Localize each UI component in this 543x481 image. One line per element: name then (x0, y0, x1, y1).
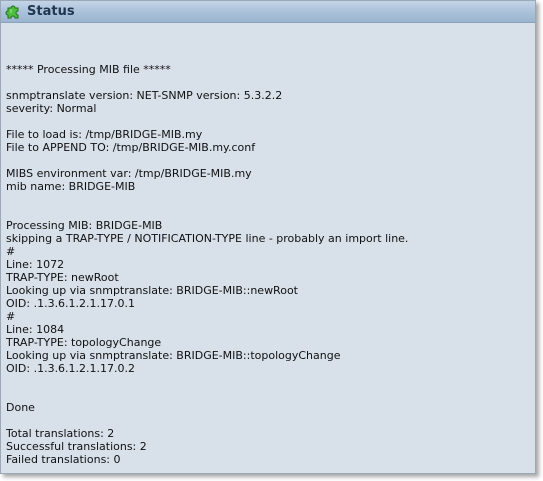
log-line: Total translations: 2 (6, 427, 115, 440)
log-blank-line (6, 154, 529, 167)
status-window: Status ***** Processing MIB file ***** sn… (0, 0, 536, 474)
log-line: MIBS environment var: /tmp/BRIDGE-MIB.my (6, 167, 252, 180)
log-line: Looking up via snmptranslate: BRIDGE-MIB… (6, 284, 298, 297)
log-line: Failed translations: 0 (6, 453, 121, 466)
log-blank-line (6, 414, 529, 427)
log-line: Successful translations: 2 (6, 440, 147, 453)
log-blank-line (6, 76, 529, 89)
log-line: severity: Normal (6, 102, 97, 115)
log-line: TRAP-TYPE: topologyChange (6, 336, 162, 349)
log-line: File to load is: /tmp/BRIDGE-MIB.my (6, 128, 203, 141)
log-blank-line (6, 206, 529, 219)
puzzle-piece-icon (5, 5, 19, 19)
log-blank-line (6, 375, 529, 388)
log-line: # (6, 245, 16, 258)
status-log: ***** Processing MIB file ***** snmptrans… (1, 23, 535, 473)
window-title: Status (27, 4, 75, 19)
log-line: Looking up via snmptranslate: BRIDGE-MIB… (6, 349, 341, 362)
log-line: Done (6, 401, 35, 414)
title-bar[interactable]: Status (1, 1, 535, 23)
log-line: OID: .1.3.6.1.2.1.17.0.2 (6, 362, 136, 375)
log-line: snmptranslate version: NET-SNMP version:… (6, 89, 283, 102)
log-line: Line: 1084 (6, 323, 65, 336)
log-line: TRAP-TYPE: newRoot (6, 271, 119, 284)
log-blank-line (6, 193, 529, 206)
log-line: mib name: BRIDGE-MIB (6, 180, 136, 193)
log-line: skipping a TRAP-TYPE / NOTIFICATION-TYPE… (6, 232, 409, 245)
log-blank-line (6, 388, 529, 401)
log-line: # (6, 310, 16, 323)
log-line: OID: .1.3.6.1.2.1.17.0.1 (6, 297, 136, 310)
log-line: File to APPEND TO: /tmp/BRIDGE-MIB.my.co… (6, 141, 256, 154)
log-blank-line (6, 115, 529, 128)
log-line: Line: 1072 (6, 258, 65, 271)
log-line: ***** Processing MIB file ***** (6, 63, 171, 76)
log-line: Processing MIB: BRIDGE-MIB (6, 219, 163, 232)
